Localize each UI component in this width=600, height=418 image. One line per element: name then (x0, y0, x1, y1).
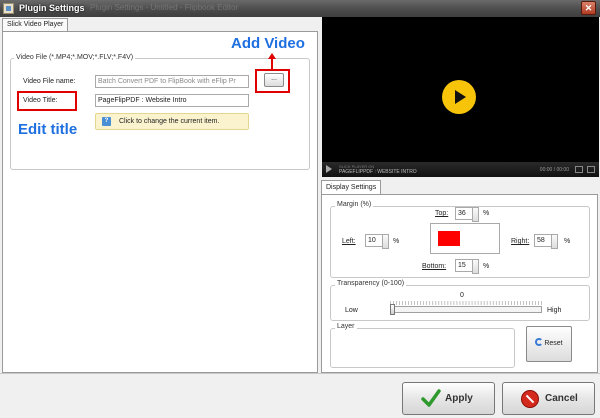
display-settings-panel: Margin (%) Top: 36 % Left: 10 % Right: 5… (321, 194, 598, 373)
app-icon (3, 3, 14, 14)
transparency-slider-thumb[interactable] (390, 304, 395, 315)
fullscreen-icon[interactable] (587, 166, 595, 173)
transparency-slider[interactable] (390, 306, 542, 313)
play-icon[interactable] (442, 80, 476, 114)
layer-legend: Layer (335, 323, 357, 330)
info-icon: ? (102, 117, 111, 126)
margin-top-unit: % (483, 210, 490, 217)
annotation-arrow-icon (268, 53, 276, 59)
margin-bottom-input[interactable]: 15 (455, 259, 479, 274)
tab-display-settings[interactable]: Display Settings (321, 180, 382, 194)
margin-right-label: Right: (511, 238, 530, 245)
apply-label: Apply (445, 393, 473, 404)
window-titlebar: Plugin Settings Plugin Settings - Untitl… (0, 0, 600, 17)
cancel-icon (521, 390, 539, 408)
transparency-legend: Transparency (0-100) (335, 280, 407, 287)
player-time: 00:00 / 00:00 (539, 167, 569, 173)
player-control-bar: SLICK PLAYER ON PAGEFLIPPDF : WEBSITE IN… (322, 162, 599, 177)
margin-right-input[interactable]: 58 (534, 234, 558, 249)
video-player-preview: SLICK PLAYER ON PAGEFLIPPDF : WEBSITE IN… (322, 17, 599, 177)
annotation-add-video: Add Video (231, 35, 305, 52)
video-settings-panel: Video File (*.MP4;*.MOV;*.FLV;*.F4V) Vid… (2, 31, 318, 373)
hint-text: Click to change the current item. (119, 118, 220, 125)
margin-bottom-unit: % (483, 263, 490, 270)
video-title-input[interactable]: PageFlipPDF : Website Intro (95, 94, 249, 107)
margin-bottom-label: Bottom: (422, 263, 447, 270)
cancel-button[interactable]: Cancel (502, 382, 595, 415)
layer-group (330, 328, 515, 368)
tab-slick-video-player[interactable]: Slick Video Player (2, 18, 69, 31)
apply-button[interactable]: Apply (402, 382, 495, 415)
transparency-slider-ticks (390, 301, 542, 305)
transparency-low-label: Low (345, 307, 358, 314)
title-highlight-box (17, 91, 77, 111)
margin-top-input[interactable]: 36 (455, 207, 479, 222)
change-item-hint[interactable]: ? Click to change the current item. (95, 113, 249, 130)
video-file-name-input[interactable]: Batch Convert PDF to FlipBook with eFlip… (95, 75, 249, 88)
reset-icon (535, 338, 544, 347)
transparency-high-label: High (547, 307, 562, 314)
window-title: Plugin Settings (19, 3, 85, 13)
transparency-value: 0 (460, 292, 464, 299)
dialog-footer: Apply Cancel (0, 373, 600, 418)
close-button[interactable]: ✕ (581, 1, 596, 15)
margin-right-unit: % (564, 238, 571, 245)
player-video-title: PAGEFLIPPDF : WEBSITE INTRO (339, 169, 417, 175)
video-file-legend: Video File (*.MP4;*.MOV;*.FLV;*.F4V) (14, 54, 136, 61)
margin-legend: Margin (%) (335, 201, 374, 208)
margin-preview (430, 223, 500, 254)
annotation-arrow-line (271, 58, 273, 70)
cancel-label: Cancel (545, 393, 578, 404)
margin-preview-swatch (438, 231, 460, 246)
margin-left-input[interactable]: 10 (365, 234, 389, 249)
background-window-title: Plugin Settings - Untitled - Flipbook Ed… (90, 3, 239, 12)
check-icon (421, 389, 441, 407)
reset-label: Reset (544, 340, 563, 347)
margin-left-unit: % (393, 238, 400, 245)
video-file-name-label: Video File name: (23, 78, 76, 85)
reset-button[interactable]: Reset (526, 326, 572, 362)
small-play-icon[interactable] (326, 165, 332, 173)
margin-left-label: Left: (342, 238, 356, 245)
margin-top-label: Top: (435, 210, 449, 217)
volume-icon[interactable] (575, 166, 583, 173)
annotation-edit-title: Edit title (18, 121, 78, 138)
browse-highlight-box (255, 69, 290, 93)
left-tab-strip: Slick Video Player (0, 17, 320, 31)
